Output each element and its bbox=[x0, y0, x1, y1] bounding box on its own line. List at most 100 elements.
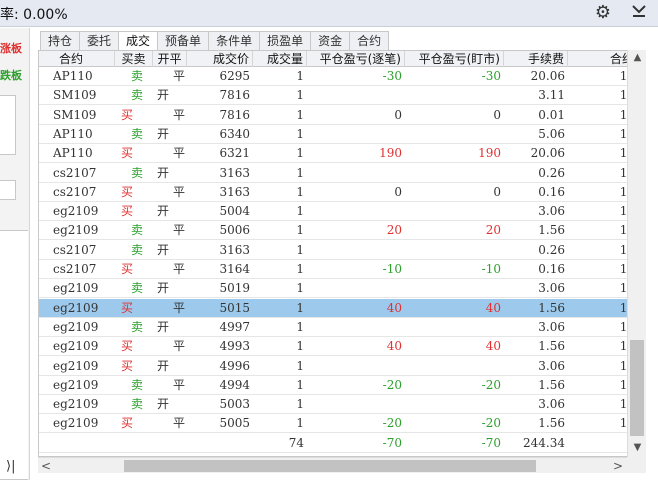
contract-header[interactable]: 合约 bbox=[39, 51, 115, 67]
cell-contract: SM109 bbox=[53, 88, 97, 103]
cell-oc: 开 bbox=[157, 165, 170, 180]
cell-fee: 1.56 bbox=[538, 300, 565, 315]
vertical-scroll-thumb[interactable] bbox=[630, 340, 644, 436]
fee-header[interactable]: 手续费 bbox=[504, 51, 568, 67]
cell-price: 5004 bbox=[219, 204, 250, 219]
cell-price: 3163 bbox=[219, 184, 250, 199]
tab-3[interactable]: 预备单 bbox=[158, 31, 210, 50]
table-row[interactable]: SM109卖开781613.1112 bbox=[39, 86, 645, 106]
cell-fee: 0.26 bbox=[538, 165, 565, 180]
table-row[interactable]: eg2109卖开501913.0614 bbox=[39, 279, 645, 299]
cell-side: 卖 bbox=[131, 319, 144, 334]
table-row[interactable]: eg2109卖开499713.0615 bbox=[39, 318, 645, 337]
expand-right-icon[interactable]: ⟩| bbox=[6, 459, 15, 474]
cell-vol: 1 bbox=[296, 300, 304, 315]
cell-pnl_trade: 190 bbox=[379, 146, 402, 161]
cell-side: 卖 bbox=[131, 165, 144, 180]
table-row[interactable]: eg2109卖开500313.0615 bbox=[39, 395, 645, 415]
cell-vol: 1 bbox=[296, 165, 304, 180]
horizontal-scrollbar[interactable]: < > bbox=[38, 457, 646, 473]
horizontal-scroll-thumb[interactable] bbox=[124, 460, 536, 472]
cell-price: 5005 bbox=[219, 416, 250, 431]
tab-0[interactable]: 持仓 bbox=[40, 31, 81, 50]
cell-contract: SM109 bbox=[53, 107, 97, 122]
table-row[interactable]: cs2107买平31631000.1613 bbox=[39, 183, 645, 202]
tab-4[interactable]: 条件单 bbox=[209, 31, 261, 50]
cell-vol: 1 bbox=[296, 223, 304, 238]
cell-pnl_trade: -30 bbox=[382, 69, 402, 83]
tab-strip: 持仓 委托 成交 预备单 条件单 损盈单 资金 合约 bbox=[40, 31, 390, 50]
pnl-mtm-header[interactable]: 平仓盈亏(盯市) bbox=[405, 51, 504, 67]
table-row[interactable]: eg2109买平5015140401.5614 bbox=[39, 298, 645, 318]
cell-oc: 平 bbox=[173, 146, 186, 161]
side-list-box bbox=[0, 230, 28, 480]
scroll-up-arrow-icon[interactable]: ▲ bbox=[628, 52, 647, 63]
margin-ratio-text: 率: 0.00% bbox=[0, 7, 68, 23]
limit-up-label[interactable]: 涨板 bbox=[0, 40, 22, 56]
scroll-down-arrow-icon[interactable]: ▼ bbox=[628, 442, 647, 453]
cell-pnl_mtm bbox=[405, 241, 504, 260]
order-input-box[interactable] bbox=[0, 95, 16, 155]
table-row[interactable]: cs2107买平31641-10-100.1614 bbox=[39, 260, 645, 279]
cell-pnl_trade: 0 bbox=[394, 184, 402, 199]
gear-icon[interactable]: ⚙ bbox=[592, 2, 614, 24]
table-row[interactable]: AP110买平6321119019020.0612 bbox=[39, 144, 645, 164]
cell-oc: 平 bbox=[173, 416, 186, 431]
pnl-trade-header[interactable]: 平仓盈亏(逐笔) bbox=[307, 51, 405, 67]
cell-fee: 1.56 bbox=[538, 377, 565, 392]
cell-oc: 平 bbox=[173, 107, 186, 122]
cell-vol: 1 bbox=[296, 358, 304, 373]
cell-side: 买 bbox=[121, 107, 134, 122]
cell-price: 4994 bbox=[219, 377, 250, 392]
cell-fee: 20.06 bbox=[530, 69, 565, 83]
cell-oc: 平 bbox=[173, 262, 186, 276]
cell-oc: 平 bbox=[173, 184, 186, 199]
cell-vol: 1 bbox=[296, 242, 304, 257]
status-bar: 率: 0.00% ⚙ bbox=[0, 0, 658, 27]
vertical-scrollbar[interactable]: ▲ ▼ bbox=[627, 50, 646, 457]
scroll-right-arrow-icon[interactable]: > bbox=[610, 458, 626, 474]
small-input-box[interactable] bbox=[0, 180, 16, 200]
table-row[interactable]: SM109买平78161000.0112 bbox=[39, 106, 645, 125]
table-row[interactable]: eg2109买开499613.0615 bbox=[39, 357, 645, 376]
table-row[interactable]: eg2109卖平5006120201.5613 bbox=[39, 221, 645, 241]
cell-fee: 3.06 bbox=[538, 319, 565, 334]
cell-vol: 1 bbox=[296, 319, 304, 334]
table-row[interactable]: eg2109买平4993140401.5615 bbox=[39, 337, 645, 357]
chevron-down-icon[interactable] bbox=[628, 2, 650, 24]
tab-6[interactable]: 资金 bbox=[311, 31, 351, 50]
left-side-panel: 涨板 跌板 ⟩| bbox=[0, 28, 30, 480]
table-row[interactable]: cs2107卖开316310.2613 bbox=[39, 241, 645, 260]
table-row[interactable]: eg2109卖平49941-20-201.5615 bbox=[39, 376, 645, 395]
table-row[interactable]: eg2109买开500413.0613 bbox=[39, 202, 645, 222]
cell-fee: 0.01 bbox=[538, 107, 565, 122]
cell-fee: 1.56 bbox=[538, 416, 565, 431]
cell-fee: 3.06 bbox=[538, 281, 565, 296]
volume-header[interactable]: 成交量 bbox=[253, 51, 307, 67]
cell-fee: 1.56 bbox=[538, 223, 565, 238]
table-row[interactable]: cs2107卖开316310.2613 bbox=[39, 164, 645, 183]
cell-pnl_mtm bbox=[405, 164, 504, 183]
tab-7[interactable]: 合约 bbox=[350, 31, 390, 50]
table-row[interactable]: eg2109买平50051-20-201.5615 bbox=[39, 414, 645, 434]
cell-side: 买 bbox=[121, 262, 134, 276]
limit-down-label[interactable]: 跌板 bbox=[0, 67, 22, 83]
cell-pnl_trade: 40 bbox=[386, 339, 402, 354]
tab-5[interactable]: 损盈单 bbox=[260, 31, 312, 50]
tab-2[interactable]: 成交 bbox=[119, 31, 159, 50]
scroll-left-arrow-icon[interactable]: < bbox=[38, 458, 54, 474]
tab-1[interactable]: 委托 bbox=[80, 31, 120, 50]
cell-fee: 0.16 bbox=[538, 184, 565, 199]
table-row[interactable]: AP110卖开634015.0612 bbox=[39, 125, 645, 144]
total-pnl_mtm: -70 bbox=[481, 435, 501, 450]
cell-vol: 1 bbox=[296, 397, 304, 412]
open-close-header[interactable]: 开平 bbox=[153, 51, 187, 67]
table-row[interactable]: AP110卖平62951-30-3020.0612 bbox=[39, 67, 645, 86]
cell-side: 卖 bbox=[131, 88, 144, 103]
total-fee: 244.34 bbox=[523, 435, 565, 450]
price-header[interactable]: 成交价 bbox=[187, 51, 253, 67]
cell-oc: 开 bbox=[157, 358, 170, 373]
cell-oc: 平 bbox=[173, 377, 186, 392]
side-header[interactable]: 买卖 bbox=[115, 51, 153, 67]
total-vol: 74 bbox=[288, 435, 304, 450]
